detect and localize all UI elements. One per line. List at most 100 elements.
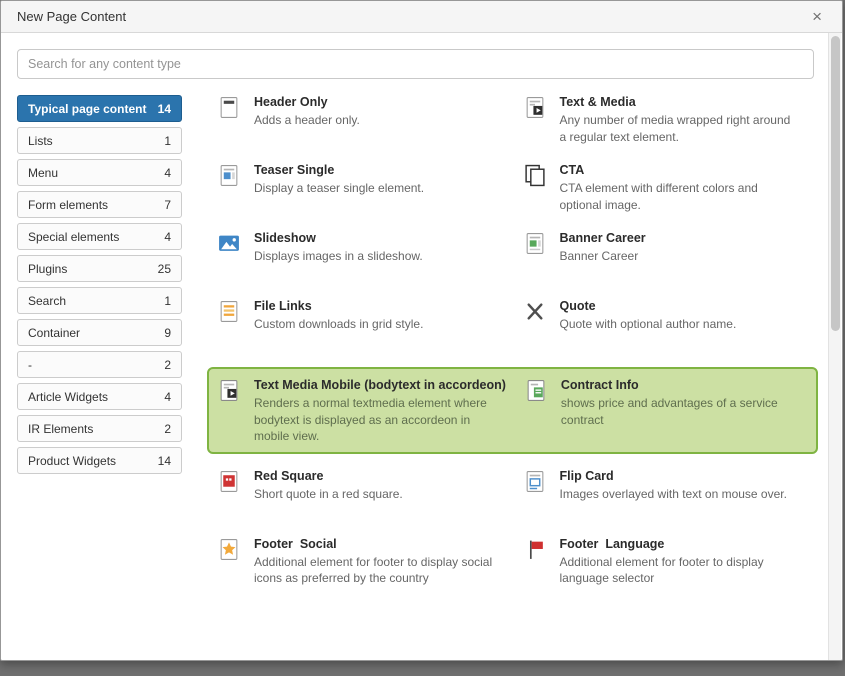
- content-item-description: shows price and advantages of a service …: [561, 395, 804, 428]
- content-item-footer-social[interactable]: Footer Social Additional element for foo…: [217, 537, 509, 588]
- content-row-highlighted: Text Media Mobile (bodytext in accordeon…: [207, 367, 818, 454]
- content-row: File Links Custom downloads in grid styl…: [217, 299, 814, 350]
- banner-career-icon: [523, 231, 549, 282]
- sidebar-item-dash[interactable]: - 2: [17, 351, 182, 378]
- sidebar-item-count: 14: [158, 102, 171, 116]
- content-item-header-only[interactable]: Header Only Adds a header only.: [217, 95, 509, 146]
- sidebar-item-container[interactable]: Container 9: [17, 319, 182, 346]
- content-item-text: Flip Card Images overlayed with text on …: [560, 469, 787, 520]
- close-icon[interactable]: ×: [808, 6, 826, 27]
- sidebar-item-label: Container: [28, 326, 80, 340]
- content-item-title: Flip Card: [560, 469, 787, 483]
- content-item-description: CTA element with different colors and op…: [560, 180, 801, 213]
- content-item-text: Banner Career Banner Career: [560, 231, 646, 282]
- dialog-main: Typical page content 14 Lists 1 Menu 4 F…: [17, 95, 814, 605]
- teaser-single-icon: [217, 163, 243, 214]
- text-media-icon: [523, 95, 549, 146]
- content-item-contract-info[interactable]: Contract Info shows price and advantages…: [524, 378, 808, 445]
- content-item-teaser-single[interactable]: Teaser Single Display a teaser single el…: [217, 163, 509, 214]
- content-item-description: Adds a header only.: [254, 112, 360, 129]
- content-row: Slideshow Displays images in a slideshow…: [217, 231, 814, 282]
- content-item-title: File Links: [254, 299, 423, 313]
- content-item-title: Text Media Mobile (bodytext in accordeon…: [254, 378, 506, 392]
- content-item-text: Red Square Short quote in a red square.: [254, 469, 403, 520]
- content-item-red-square[interactable]: Red Square Short quote in a red square.: [217, 469, 509, 520]
- content-item-text: Contract Info shows price and advantages…: [561, 378, 804, 445]
- content-item-flip-card[interactable]: Flip Card Images overlayed with text on …: [523, 469, 815, 520]
- content-item-text: Footer Social Additional element for foo…: [254, 537, 495, 588]
- contract-info-icon: [524, 378, 550, 445]
- content-item-description: Displays images in a slideshow.: [254, 248, 423, 265]
- sidebar-item-count: 9: [164, 326, 171, 340]
- sidebar-item-product-widgets[interactable]: Product Widgets 14: [17, 447, 182, 474]
- sidebar-item-count: 7: [164, 198, 171, 212]
- content-item-cta[interactable]: CTA CTA element with different colors an…: [523, 163, 815, 214]
- sidebar-item-label: Menu: [28, 166, 58, 180]
- content-item-quote[interactable]: Quote Quote with optional author name.: [523, 299, 815, 350]
- content-row: Red Square Short quote in a red square.: [217, 469, 814, 520]
- scrollbar[interactable]: [828, 33, 841, 660]
- content-row: Teaser Single Display a teaser single el…: [217, 163, 814, 214]
- quote-icon: [523, 299, 549, 350]
- content-item-text: Text Media Mobile (bodytext in accordeon…: [254, 378, 506, 445]
- content-item-file-links[interactable]: File Links Custom downloads in grid styl…: [217, 299, 509, 350]
- footer-language-icon: [523, 537, 549, 588]
- sidebar-item-typical-page-content[interactable]: Typical page content 14: [17, 95, 182, 122]
- search-bar: [17, 49, 814, 79]
- content-item-title: Banner Career: [560, 231, 646, 245]
- content-item-title: Red Square: [254, 469, 403, 483]
- sidebar-item-form-elements[interactable]: Form elements 7: [17, 191, 182, 218]
- text-media-mobile-icon: [217, 378, 243, 445]
- content-item-footer-language[interactable]: Footer Language Additional element for f…: [523, 537, 815, 588]
- cta-icon: [523, 163, 549, 214]
- content-item-title: Footer Social: [254, 537, 495, 551]
- sidebar-item-menu[interactable]: Menu 4: [17, 159, 182, 186]
- content-item-slideshow[interactable]: Slideshow Displays images in a slideshow…: [217, 231, 509, 282]
- category-sidebar: Typical page content 14 Lists 1 Menu 4 F…: [17, 95, 182, 605]
- content-item-description: Custom downloads in grid style.: [254, 316, 423, 333]
- sidebar-item-label: -: [28, 358, 32, 372]
- content-item-description: Additional element for footer to display…: [254, 554, 495, 587]
- content-item-text: Footer Language Additional element for f…: [560, 537, 801, 588]
- content-item-text: Text & Media Any number of media wrapped…: [560, 95, 801, 146]
- content-item-text: CTA CTA element with different colors an…: [560, 163, 801, 214]
- content-item-title: Quote: [560, 299, 737, 313]
- content-item-description: Additional element for footer to display…: [560, 554, 801, 587]
- sidebar-item-ir-elements[interactable]: IR Elements 2: [17, 415, 182, 442]
- content-item-title: Teaser Single: [254, 163, 424, 177]
- sidebar-item-plugins[interactable]: Plugins 25: [17, 255, 182, 282]
- sidebar-item-article-widgets[interactable]: Article Widgets 4: [17, 383, 182, 410]
- sidebar-item-count: 1: [164, 294, 171, 308]
- search-input[interactable]: [17, 49, 814, 79]
- content-item-text: Teaser Single Display a teaser single el…: [254, 163, 424, 214]
- new-content-element-dialog: New Page Content × Typical page content …: [0, 0, 843, 661]
- content-item-title: Text & Media: [560, 95, 801, 109]
- sidebar-item-label: Plugins: [28, 262, 67, 276]
- content-row: Header Only Adds a header only.: [217, 95, 814, 146]
- scrollbar-thumb[interactable]: [831, 36, 840, 331]
- content-item-banner-career[interactable]: Banner Career Banner Career: [523, 231, 815, 282]
- dialog-body: Typical page content 14 Lists 1 Menu 4 F…: [1, 33, 842, 660]
- sidebar-item-count: 2: [164, 422, 171, 436]
- content-item-description: Display a teaser single element.: [254, 180, 424, 197]
- sidebar-item-search[interactable]: Search 1: [17, 287, 182, 314]
- content-item-text-media[interactable]: Text & Media Any number of media wrapped…: [523, 95, 815, 146]
- content-item-text-media-mobile[interactable]: Text Media Mobile (bodytext in accordeon…: [217, 378, 510, 445]
- sidebar-item-count: 4: [164, 230, 171, 244]
- sidebar-item-label: Lists: [28, 134, 53, 148]
- content-item-title: Contract Info: [561, 378, 804, 392]
- sidebar-item-lists[interactable]: Lists 1: [17, 127, 182, 154]
- content-item-text: Header Only Adds a header only.: [254, 95, 360, 146]
- sidebar-item-count: 4: [164, 166, 171, 180]
- sidebar-item-label: Product Widgets: [28, 454, 116, 468]
- sidebar-item-count: 1: [164, 134, 171, 148]
- red-square-icon: [217, 469, 243, 520]
- flip-card-icon: [523, 469, 549, 520]
- content-item-description: Images overlayed with text on mouse over…: [560, 486, 787, 503]
- sidebar-item-count: 14: [158, 454, 171, 468]
- sidebar-item-special-elements[interactable]: Special elements 4: [17, 223, 182, 250]
- header-only-icon: [217, 95, 243, 146]
- file-links-icon: [217, 299, 243, 350]
- content-item-title: Footer Language: [560, 537, 801, 551]
- content-item-text: Quote Quote with optional author name.: [560, 299, 737, 350]
